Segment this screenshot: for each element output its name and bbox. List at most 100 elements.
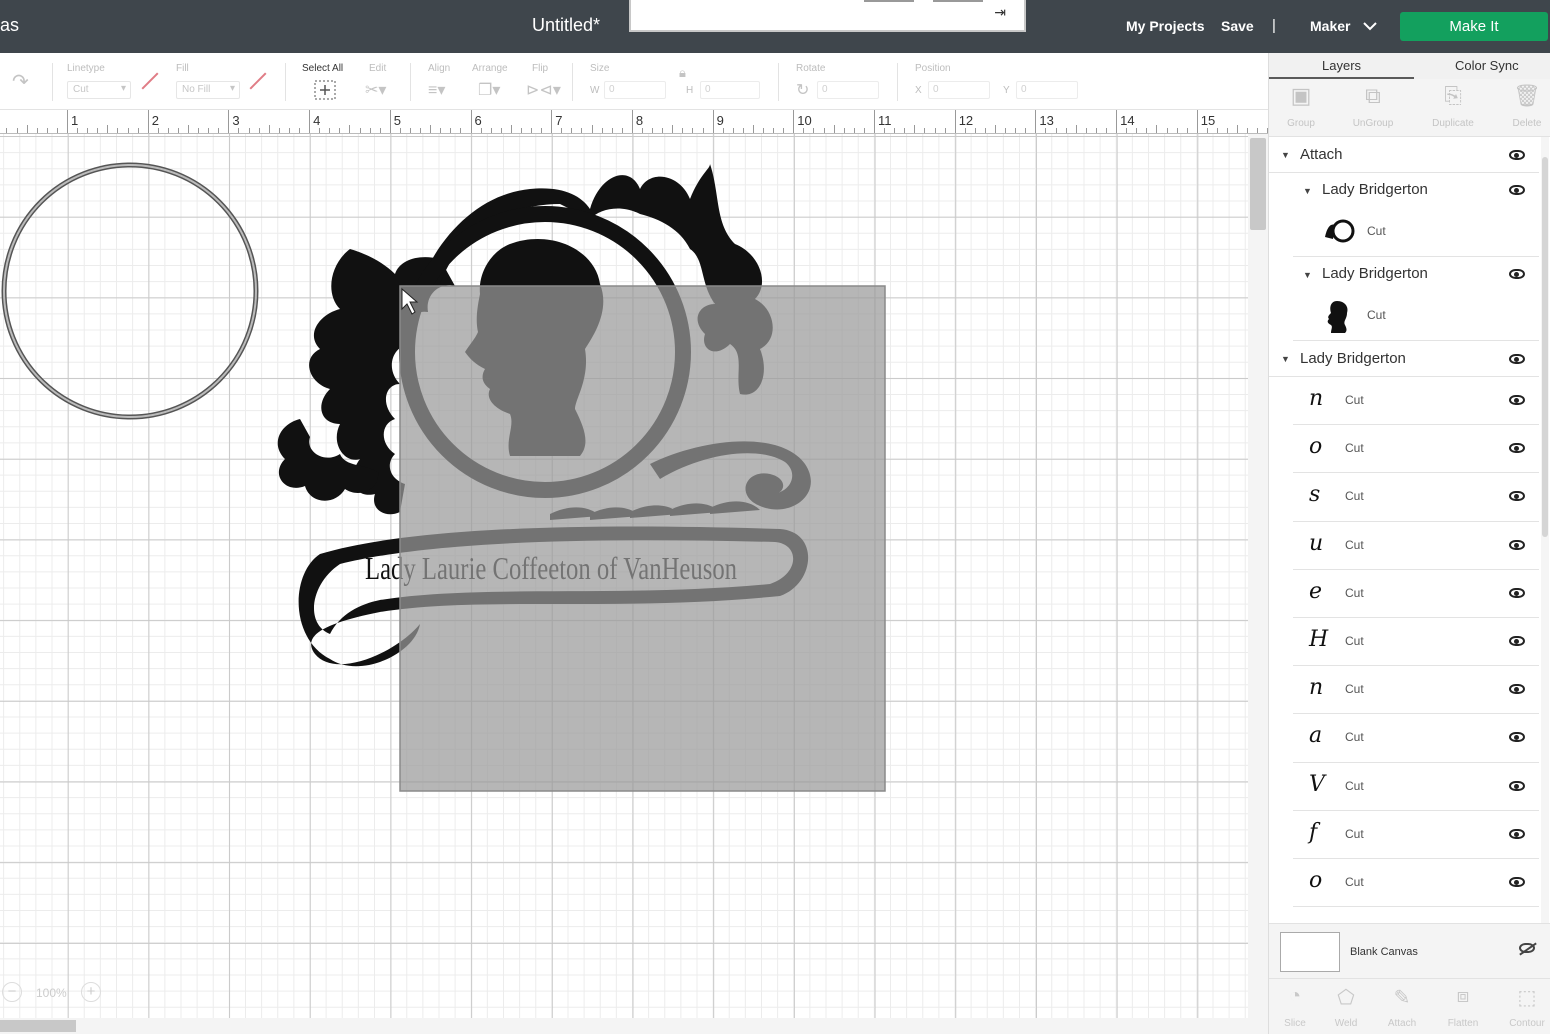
layer-item-letter[interactable]: V Cut xyxy=(1293,763,1539,811)
eye-icon[interactable] xyxy=(1509,443,1525,454)
align-icon[interactable]: ≡▾ xyxy=(428,80,445,100)
layer-item-letter[interactable]: n Cut xyxy=(1293,377,1539,426)
layer-tools: ▣ Group ⧉ UnGroup ⎘ Duplicate 🗑︎ Delete xyxy=(1269,79,1550,137)
flip-icon[interactable]: ⊳⊲▾ xyxy=(526,80,561,100)
linetype-select[interactable]: Cut xyxy=(67,81,131,99)
ruler-tick xyxy=(1196,110,1198,133)
eye-icon[interactable] xyxy=(1509,150,1525,160)
ruler-tick xyxy=(1206,128,1208,133)
y-input[interactable]: 0 xyxy=(1016,81,1078,99)
rotate-input[interactable]: 0 xyxy=(817,81,879,99)
layer-group-lady-bridgerton[interactable]: ▼ Lady Bridgerton xyxy=(1269,257,1539,291)
ruler-tick xyxy=(803,128,805,133)
divider xyxy=(52,63,53,101)
width-input[interactable]: 0 xyxy=(604,81,666,99)
machine-select[interactable]: Maker xyxy=(1310,18,1350,34)
blank-canvas-row[interactable]: Blank Canvas xyxy=(1269,923,1550,978)
group-button[interactable]: ▣ Group xyxy=(1271,83,1331,131)
edit-icon[interactable]: ✂▾ xyxy=(365,80,386,100)
layer-item[interactable]: Cut xyxy=(1293,291,1539,341)
layer-group-lady-bridgerton[interactable]: ▼ Lady Bridgerton xyxy=(1269,341,1539,377)
select-all-icon[interactable] xyxy=(314,80,336,105)
layer-item-letter[interactable]: s Cut xyxy=(1293,473,1539,522)
layer-item-letter[interactable]: f Cut xyxy=(1293,811,1539,859)
eye-icon[interactable] xyxy=(1509,185,1525,195)
ungroup-button[interactable]: ⧉ UnGroup xyxy=(1343,83,1403,131)
layer-item-letter[interactable]: o Cut xyxy=(1293,859,1539,908)
project-title[interactable]: Untitled* xyxy=(532,15,600,36)
contour-button[interactable]: ⬚ Contour xyxy=(1499,985,1550,1031)
ruler-tick xyxy=(863,128,865,133)
arrange-icon[interactable]: ❐▾ xyxy=(478,80,500,100)
height-input[interactable]: 0 xyxy=(700,81,760,99)
layer-item-letter[interactable]: n Cut xyxy=(1293,666,1539,715)
eye-icon[interactable] xyxy=(1509,684,1525,695)
weld-button[interactable]: ⬠ Weld xyxy=(1318,985,1374,1031)
canvas-horizontal-scrollbar[interactable] xyxy=(0,1018,1268,1034)
layer-item-letter[interactable]: u Cut xyxy=(1293,522,1539,570)
slice-button[interactable]: ◔ Slice xyxy=(1267,985,1323,1031)
eye-icon[interactable] xyxy=(1509,732,1525,743)
tab-layers[interactable]: Layers xyxy=(1322,58,1361,73)
blank-canvas-label: Blank Canvas xyxy=(1350,946,1418,958)
pin-icon[interactable]: ⇥ xyxy=(994,4,1006,21)
caret-down-icon[interactable]: ▼ xyxy=(1281,150,1290,160)
layer-group-attach[interactable]: ▼ Attach xyxy=(1269,137,1539,173)
my-projects-link[interactable]: My Projects xyxy=(1126,18,1205,34)
ruler-tick xyxy=(964,128,966,133)
chevron-down-icon[interactable] xyxy=(1363,18,1377,34)
letter-thumbnail: a xyxy=(1309,723,1323,749)
fill-select[interactable]: No Fill xyxy=(176,81,240,99)
ruler-tick xyxy=(77,128,79,133)
delete-button[interactable]: 🗑︎ Delete xyxy=(1497,83,1550,131)
circle-shape[interactable] xyxy=(1,162,259,420)
eye-hidden-icon[interactable] xyxy=(1519,943,1535,953)
eye-icon[interactable] xyxy=(1509,780,1525,791)
layer-item-letter[interactable]: H Cut xyxy=(1293,618,1539,667)
redo-icon[interactable]: ↷ xyxy=(12,69,29,94)
lock-icon[interactable]: 🔒︎ xyxy=(679,65,686,81)
canvas-swatch[interactable] xyxy=(1280,932,1340,972)
selection-rectangle[interactable] xyxy=(399,285,886,792)
zoom-in-icon[interactable]: + xyxy=(81,982,101,1002)
eye-icon[interactable] xyxy=(1509,636,1525,646)
scroll-thumb[interactable] xyxy=(1542,157,1548,537)
zoom-controls: − 100% + xyxy=(0,978,110,1008)
eye-icon[interactable] xyxy=(1509,539,1525,550)
zoom-out-icon[interactable]: − xyxy=(2,982,22,1002)
eye-icon[interactable] xyxy=(1509,354,1525,364)
layer-item-letter[interactable]: e Cut xyxy=(1293,570,1539,618)
eye-icon[interactable] xyxy=(1509,828,1525,839)
layer-item-letter[interactable]: o Cut xyxy=(1293,425,1539,474)
canvas-vertical-scrollbar[interactable] xyxy=(1248,134,1268,1018)
popup-field xyxy=(864,0,914,2)
flatten-button[interactable]: ⧈ Flatten xyxy=(1435,985,1491,1031)
attach-button[interactable]: ✎ Attach xyxy=(1374,985,1430,1031)
tab-color-sync[interactable]: Color Sync xyxy=(1455,58,1519,73)
fill-label: Fill xyxy=(176,63,189,74)
eye-icon[interactable] xyxy=(1509,269,1525,279)
layer-group-lady-bridgerton[interactable]: ▼ Lady Bridgerton xyxy=(1269,173,1539,207)
ruler-tick xyxy=(430,125,432,133)
duplicate-button[interactable]: ⎘ Duplicate xyxy=(1423,83,1483,131)
caret-down-icon[interactable]: ▼ xyxy=(1303,186,1312,196)
letter-thumbnail: o xyxy=(1309,868,1323,893)
caret-down-icon[interactable]: ▼ xyxy=(1281,354,1290,364)
eye-icon[interactable] xyxy=(1509,877,1525,887)
scroll-thumb[interactable] xyxy=(0,1020,76,1032)
design-canvas[interactable]: Lady Laurie Coffeeton of VanHeuson xyxy=(0,134,1248,1018)
eye-icon[interactable] xyxy=(1509,587,1525,598)
x-input[interactable]: 0 xyxy=(928,81,990,99)
eye-icon[interactable] xyxy=(1509,491,1525,502)
caret-down-icon[interactable]: ▼ xyxy=(1303,270,1312,280)
scroll-thumb[interactable] xyxy=(1250,138,1266,230)
make-it-button[interactable]: Make It xyxy=(1400,12,1548,41)
zoom-level: 100% xyxy=(36,986,67,1000)
ruler-tick xyxy=(369,128,371,133)
layer-item-letter[interactable]: a Cut xyxy=(1293,714,1539,763)
layers-scrollbar[interactable] xyxy=(1541,137,1549,923)
ruler-tick xyxy=(268,125,270,133)
layer-item[interactable]: Cut xyxy=(1293,207,1539,257)
save-button[interactable]: Save xyxy=(1221,18,1254,34)
eye-icon[interactable] xyxy=(1509,395,1525,405)
